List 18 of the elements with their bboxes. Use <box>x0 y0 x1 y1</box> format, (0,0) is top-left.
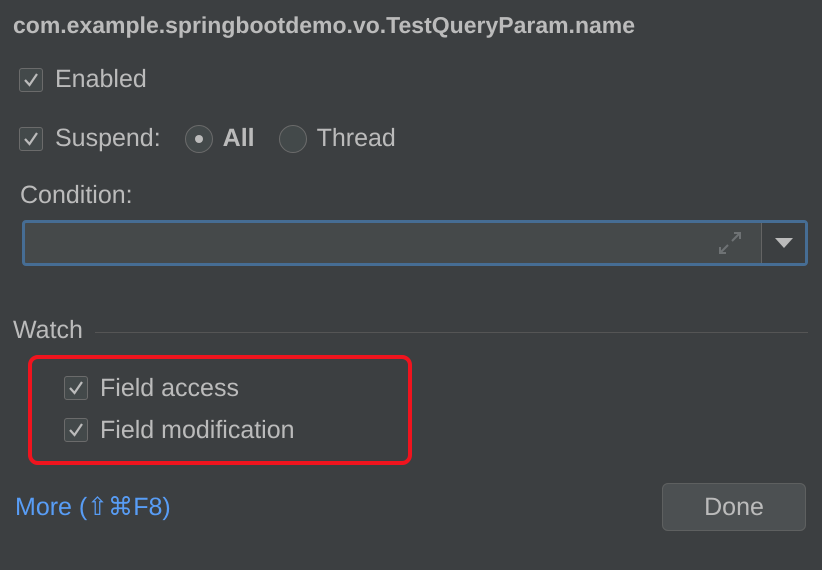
radio-button[interactable] <box>184 124 213 152</box>
checkbox-label: Field modification <box>100 416 295 444</box>
done-button[interactable]: Done <box>662 483 806 531</box>
more-link[interactable]: More (⇧⌘F8) <box>15 492 171 522</box>
dialog-title: com.example.springbootdemo.vo.TestQueryParam.name <box>13 12 636 39</box>
radio-button[interactable] <box>278 124 307 152</box>
section-title: Watch <box>13 316 83 345</box>
checkbox[interactable] <box>19 68 43 92</box>
checkbox-label: Suspend: <box>55 124 161 153</box>
checkbox[interactable] <box>19 126 43 150</box>
radio-label: All <box>222 124 255 153</box>
checkbox-label: Enabled <box>55 65 147 94</box>
radio-label: Thread <box>316 124 396 153</box>
checkbox-label: Field access <box>100 374 239 402</box>
checkbox[interactable] <box>64 418 88 442</box>
condition-field[interactable] <box>22 220 808 266</box>
condition-label: Condition: <box>19 181 134 210</box>
checkbox[interactable] <box>64 376 88 400</box>
